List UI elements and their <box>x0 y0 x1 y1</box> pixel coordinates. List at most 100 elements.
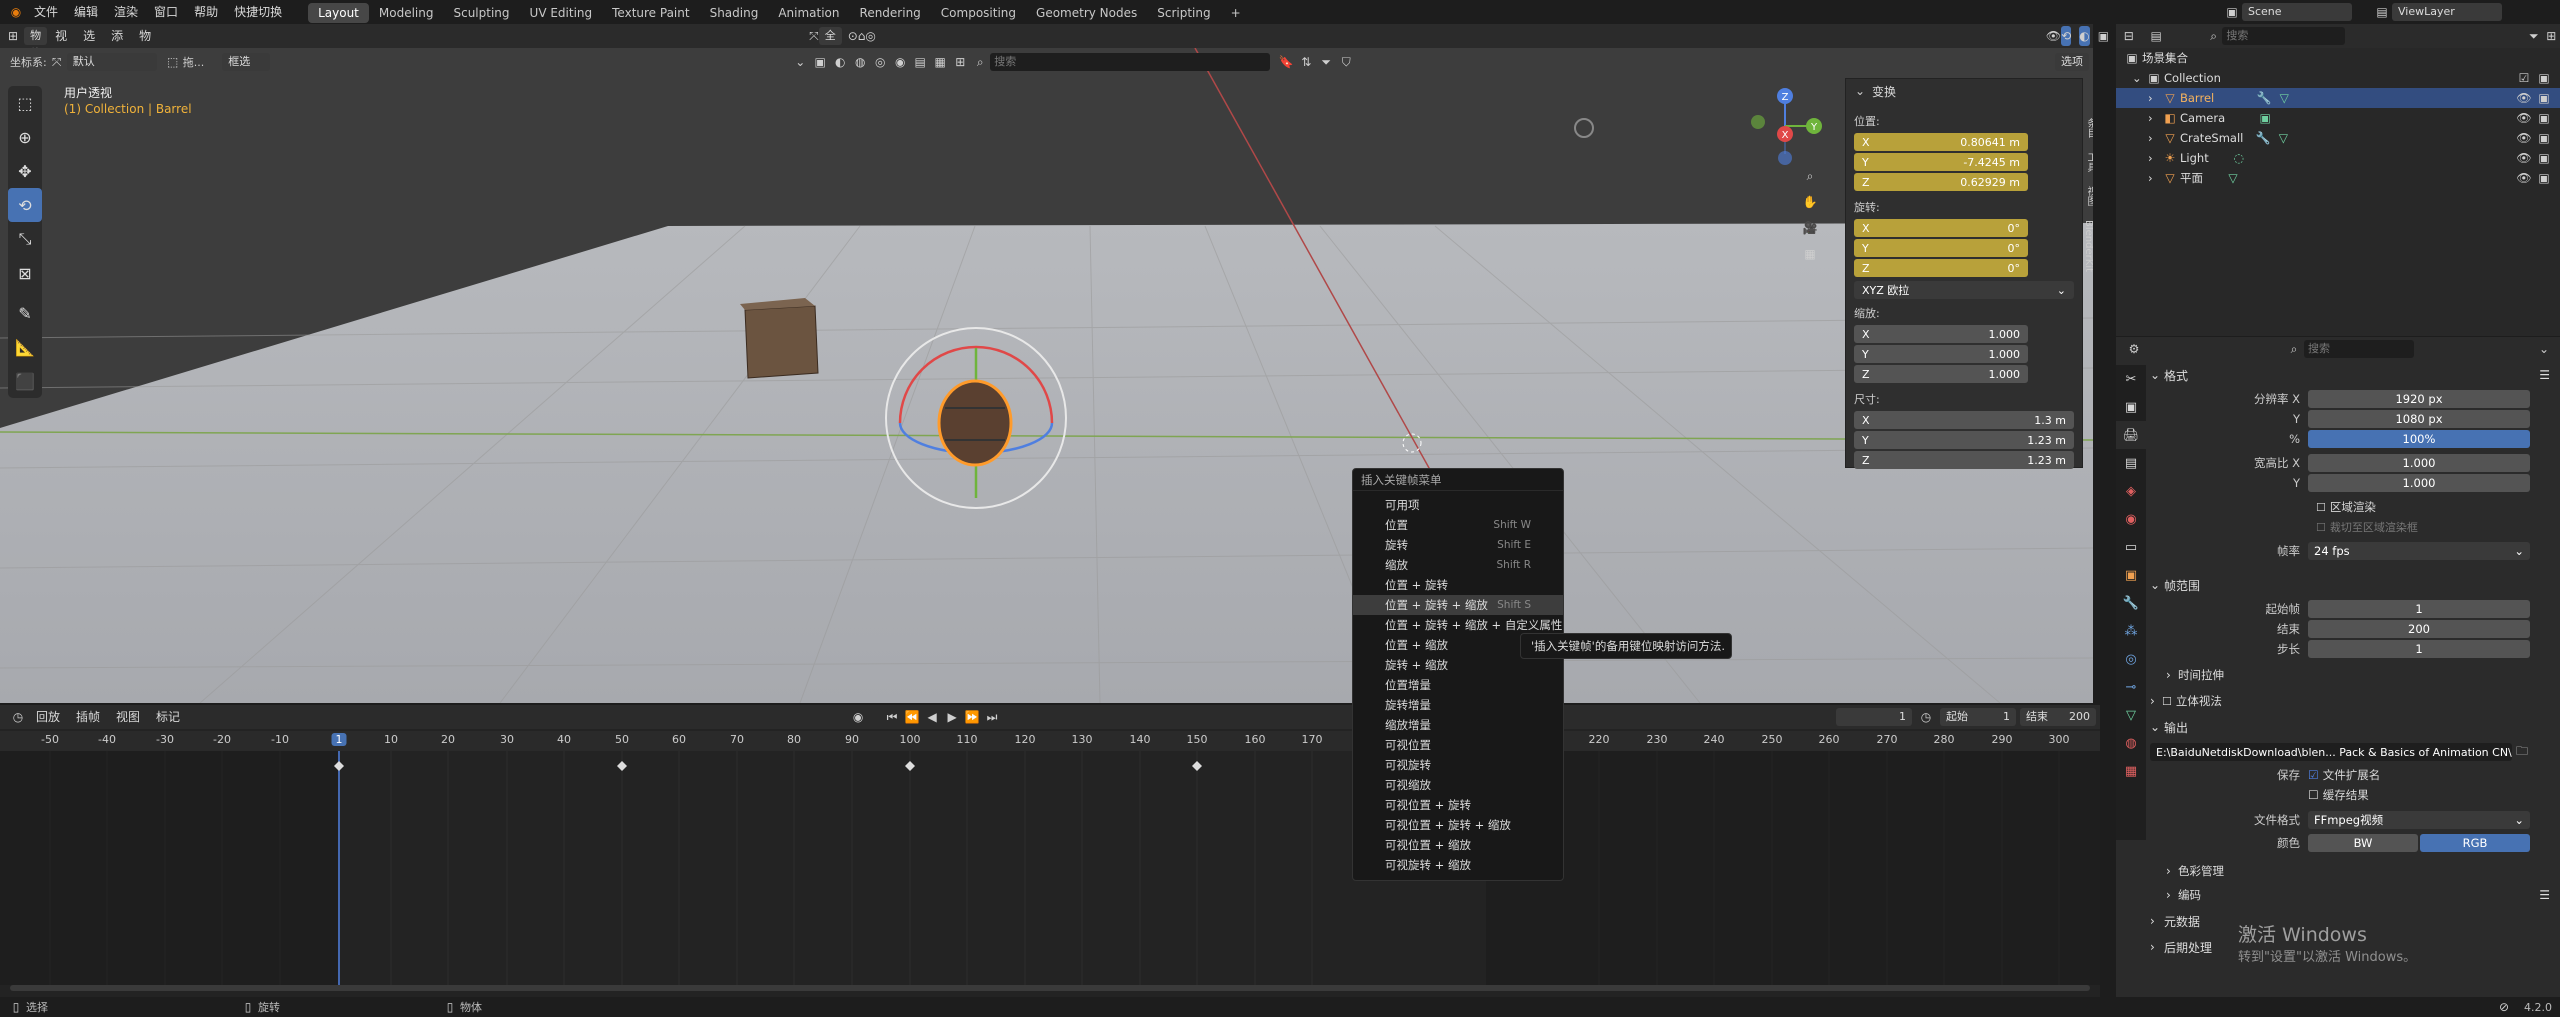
format-section-header[interactable]: ⌄ 格式 ☰ <box>2150 365 2550 385</box>
chevron-down-icon[interactable]: ⌄ <box>2132 71 2144 85</box>
checkbox-icon[interactable]: ☐ <box>2162 695 2172 708</box>
filter-dropdown-icon[interactable]: ⌄ <box>790 52 810 72</box>
outliner-editor-icon[interactable]: ⊟ <box>2120 26 2137 46</box>
menu-marker[interactable]: 标记 <box>148 705 188 729</box>
xray-icon[interactable]: ▣ <box>2098 26 2109 46</box>
menu-item-rotation[interactable]: 旋转 Shift E <box>1353 535 1563 555</box>
constraints-tab-icon[interactable]: ⊸ <box>2116 673 2146 701</box>
object-type-filter-icon[interactable]: ▣ <box>810 52 830 72</box>
tab-animation[interactable]: Animation <box>768 3 849 23</box>
world-filter-icon[interactable]: ◉ <box>890 52 910 72</box>
eye-icon[interactable]: 👁 <box>2514 88 2534 108</box>
menu-item-visual-loc[interactable]: 可视位置 <box>1353 735 1563 755</box>
menu-item-delta-loc[interactable]: 位置增量 <box>1353 675 1563 695</box>
chevron-right-icon[interactable]: › <box>2148 91 2160 105</box>
output-path-field[interactable]: E:\BaiduNetdiskDownload\blen... Pack & B… <box>2150 743 2512 761</box>
chevron-right-icon[interactable]: › <box>2148 171 2160 185</box>
menu-window[interactable]: 窗口 <box>146 0 186 24</box>
camera-icon[interactable]: ▣ <box>2534 168 2554 188</box>
dimension-z-field[interactable]: Z 1.23 m <box>1854 451 2074 469</box>
filter-icon[interactable]: ⏷ <box>1316 52 1336 72</box>
coord-selector[interactable]: 默认 <box>66 53 157 71</box>
menu-item-visual-loc-rot[interactable]: 可视位置 + 旋转 <box>1353 795 1563 815</box>
hdri-filter-icon[interactable]: ▤ <box>910 52 930 72</box>
snap-icon[interactable]: ⌂ <box>858 26 866 46</box>
menu-item-available[interactable]: 可用项 <box>1353 495 1563 515</box>
sidebar-tab-view[interactable]: 视图 <box>2083 186 2093 206</box>
tab-compositing[interactable]: Compositing <box>931 3 1026 23</box>
object-tab-icon[interactable]: ▣ <box>2116 561 2146 589</box>
rotation-mode-selector[interactable]: XYZ 欧拉 ⌄ <box>1854 281 2074 299</box>
aspect-x-field[interactable]: 1.000 <box>2308 454 2530 472</box>
eye-icon[interactable]: 👁 <box>2514 128 2534 148</box>
view-layer-tab-icon[interactable]: ▤ <box>2116 449 2146 477</box>
material-tab-icon[interactable]: ◍ <box>2116 729 2146 757</box>
next-keyframe-icon[interactable]: ⏩ <box>962 707 982 727</box>
menu-item-visual-rot-scale[interactable]: 可视旋转 + 缩放 <box>1353 855 1563 875</box>
texture-filter-icon[interactable]: ◎ <box>870 52 890 72</box>
tab-sculpting[interactable]: Sculpting <box>443 3 519 23</box>
frame-range-section-header[interactable]: ⌄ 帧范围 <box>2150 575 2550 595</box>
menu-view[interactable]: 视图 <box>47 24 75 67</box>
sidebar-tab-blenderkit[interactable]: BlenderKit <box>2083 220 2093 272</box>
select-box-tool-icon[interactable]: ⬚ <box>8 86 42 120</box>
chevron-right-icon[interactable]: › <box>2148 131 2160 145</box>
cursor-tool-icon[interactable]: ⊕ <box>8 120 42 154</box>
tab-shading[interactable]: Shading <box>700 3 769 23</box>
annotate-tool-icon[interactable]: ✎ <box>8 296 42 330</box>
camera-icon[interactable]: ▣ <box>2534 128 2554 148</box>
res-y-field[interactable]: 1080 px <box>2308 410 2530 428</box>
pin-icon[interactable]: ⌄ <box>2534 339 2554 359</box>
properties-search-input[interactable]: 搜索 <box>2304 340 2414 358</box>
menu-edit[interactable]: 编辑 <box>66 0 106 24</box>
frame-step-field[interactable]: 1 <box>2308 640 2530 658</box>
dimension-y-field[interactable]: Y 1.23 m <box>1854 431 2074 449</box>
render-tab-icon[interactable]: ▣ <box>2116 393 2146 421</box>
blender-logo-icon[interactable]: ◉ <box>6 2 26 22</box>
collection-tab-icon[interactable]: ▭ <box>2116 533 2146 561</box>
select-mode-selector[interactable]: 框选 <box>222 53 271 71</box>
menu-add[interactable]: 添加 <box>103 24 131 67</box>
folder-icon[interactable]: 🗀 <box>2516 742 2528 763</box>
mesh-filter-icon[interactable]: ◐ <box>830 52 850 72</box>
asset-search-input[interactable]: 搜索 <box>990 53 1271 71</box>
color-management-subsection[interactable]: › 色彩管理 <box>2150 861 2550 881</box>
chevron-right-icon[interactable]: › <box>2148 151 2160 165</box>
file-format-selector[interactable]: FFmpeg视频 ⌄ <box>2308 811 2530 829</box>
clock-icon[interactable]: ◷ <box>8 707 28 727</box>
menu-playback[interactable]: 回放 <box>28 705 68 729</box>
menu-item-visual-loc-rot-scale[interactable]: 可视位置 + 旋转 + 缩放 <box>1353 815 1563 835</box>
menu-item-visual-loc-scale[interactable]: 可视位置 + 缩放 <box>1353 835 1563 855</box>
sidebar-tab-tool[interactable]: 工具 <box>2083 152 2093 172</box>
location-y-field[interactable]: Y -7.4245 m <box>1854 153 2028 171</box>
menu-item-delta-rot[interactable]: 旋转增量 <box>1353 695 1563 715</box>
menu-item-location[interactable]: 位置 Shift W <box>1353 515 1563 535</box>
menu-select[interactable]: 选择 <box>75 24 103 67</box>
particles-tab-icon[interactable]: ⁂ <box>2116 617 2146 645</box>
res-pct-field[interactable]: 100% <box>2308 430 2530 448</box>
outliner-item-cratesmall[interactable]: › ▽ CrateSmall 🔧 ▽ 👁 ▣ <box>2116 128 2560 148</box>
eye-icon[interactable]: 👁 <box>2514 148 2534 168</box>
menu-tl-view[interactable]: 视图 <box>108 705 148 729</box>
outliner-search-input[interactable]: 搜索 <box>2222 27 2346 45</box>
overlay-icon[interactable]: ◐ <box>2079 26 2090 46</box>
prev-keyframe-icon[interactable]: ⏪ <box>902 707 922 727</box>
bookmark-icon[interactable]: 🔖 <box>1276 52 1296 72</box>
play-icon[interactable]: ▶ <box>942 707 962 727</box>
display-mode-icon[interactable]: ▤ <box>2147 26 2164 46</box>
measure-tool-icon[interactable]: 📐 <box>8 330 42 364</box>
camera-icon[interactable]: ▣ <box>2534 68 2554 88</box>
camera-view-icon[interactable]: 🎥 <box>1800 218 1820 238</box>
stereoscopy-section-header[interactable]: › ☐ 立体视法 <box>2150 691 2550 711</box>
list-icon[interactable]: ☰ <box>2539 368 2550 382</box>
play-reverse-icon[interactable]: ◀ <box>922 707 942 727</box>
outliner-item-camera[interactable]: › ◧ Camera ▣ 👁 ▣ <box>2116 108 2560 128</box>
scale-z-field[interactable]: Z 1.000 <box>1854 365 2028 383</box>
menu-object[interactable]: 物体 <box>131 24 159 67</box>
playhead-label[interactable]: 1 <box>331 733 347 746</box>
brush-filter-icon[interactable]: ⊞ <box>950 52 970 72</box>
outliner-collection[interactable]: ⌄ ▣ Collection ☑ ▣ <box>2116 68 2560 88</box>
new-collection-icon[interactable]: ⊞ <box>2543 26 2560 46</box>
tool-tab-icon[interactable]: ✂ <box>2116 365 2146 393</box>
menu-render[interactable]: 渲染 <box>106 0 146 24</box>
